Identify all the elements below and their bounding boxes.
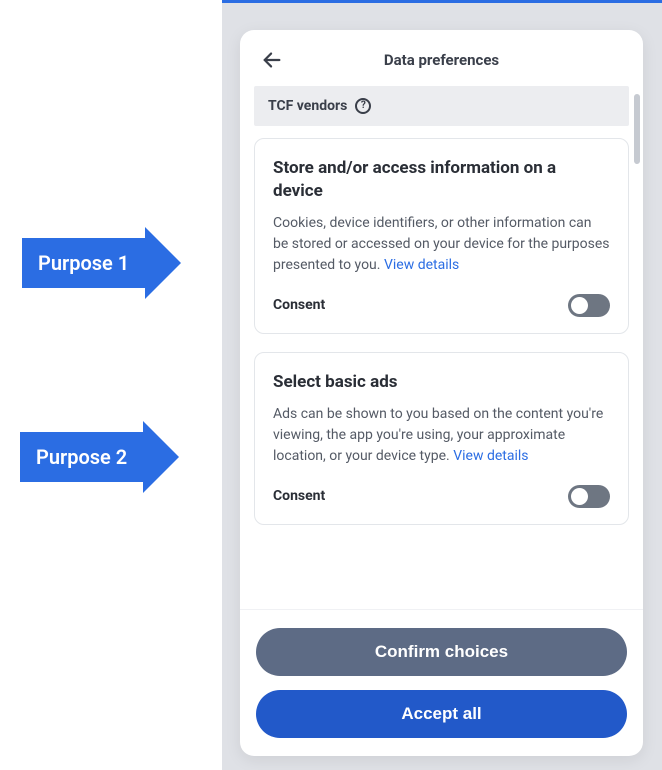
modal-header: Data preferences [240,30,643,86]
card-desc-text: Ads can be shown to you based on the con… [273,406,603,464]
vendors-section-header[interactable]: TCF vendors ? [254,86,629,126]
scrollbar-thumb[interactable] [634,94,640,164]
accept-all-button[interactable]: Accept all [256,690,627,738]
annotation-area [0,0,222,770]
card-description: Cookies, device identifiers, or other in… [273,213,610,276]
view-details-link[interactable]: View details [453,448,528,464]
annotation-label-1: Purpose 1 [22,238,145,288]
help-icon[interactable]: ? [355,98,371,114]
card-title: Select basic ads [273,371,610,394]
consent-toggle-1[interactable] [568,294,610,317]
annotation-label-2: Purpose 2 [20,432,143,482]
consent-toggle-2[interactable] [568,485,610,508]
toggle-knob [571,297,588,314]
modal-body: TCF vendors ? Store and/or access inform… [240,86,643,609]
section-title: TCF vendors [268,98,347,114]
view-details-link[interactable]: View details [384,257,459,273]
consent-row: Consent [273,294,610,317]
arrow-head-icon [145,227,181,299]
modal-title: Data preferences [256,51,627,69]
toggle-knob [571,488,588,505]
card-description: Ads can be shown to you based on the con… [273,404,610,467]
annotation-arrow-1: Purpose 1 [22,238,181,288]
consent-label: Consent [273,297,325,313]
consent-row: Consent [273,485,610,508]
purpose-card-1: Store and/or access information on a dev… [254,138,629,334]
arrow-head-icon [143,421,179,493]
confirm-choices-button[interactable]: Confirm choices [256,628,627,676]
card-title: Store and/or access information on a dev… [273,157,610,203]
purpose-card-2: Select basic ads Ads can be shown to you… [254,352,629,525]
consent-label: Consent [273,488,325,504]
annotation-arrow-2: Purpose 2 [20,432,179,482]
modal-footer: Confirm choices Accept all [240,609,643,756]
consent-modal: Data preferences TCF vendors ? Store and… [240,30,643,756]
